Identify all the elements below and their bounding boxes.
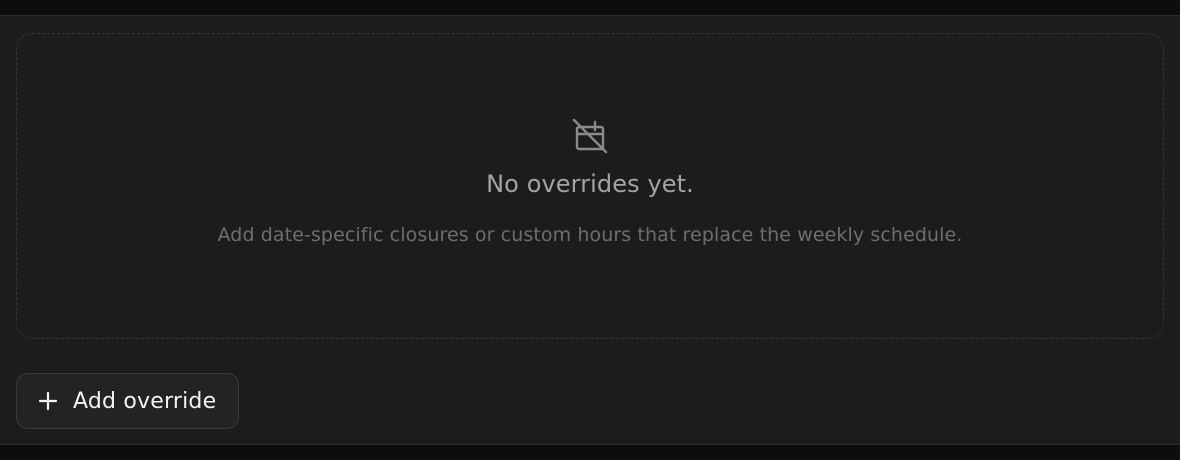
- overrides-panel: No overrides yet. Add date-specific clos…: [0, 15, 1180, 445]
- overrides-empty-state: No overrides yet. Add date-specific clos…: [16, 33, 1164, 339]
- add-override-button[interactable]: Add override: [16, 373, 240, 429]
- plus-icon: [37, 390, 59, 412]
- empty-state-description: Add date-specific closures or custom hou…: [217, 224, 963, 246]
- empty-state-title: No overrides yet.: [486, 170, 694, 198]
- add-override-label: Add override: [73, 388, 217, 414]
- calendar-off-icon: [570, 116, 610, 156]
